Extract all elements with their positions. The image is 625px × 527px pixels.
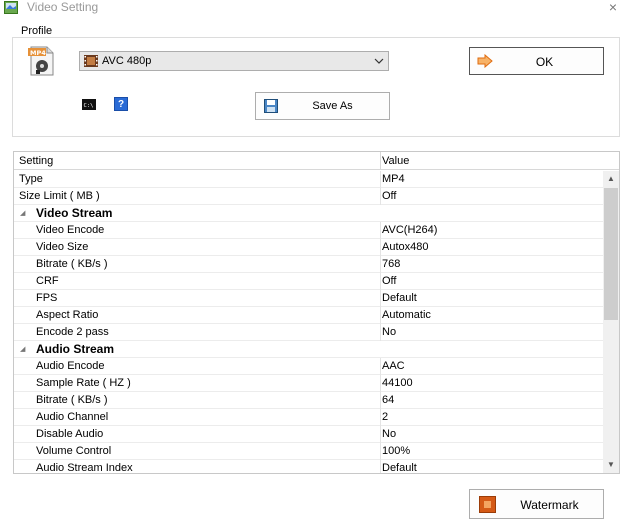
- setting-name: Audio Encode: [36, 360, 105, 372]
- grid-category-row[interactable]: ◢ Audio Stream: [14, 341, 603, 358]
- setting-value[interactable]: Default: [382, 292, 417, 304]
- setting-value[interactable]: Off: [382, 190, 396, 202]
- setting-name: Type: [19, 173, 43, 185]
- grid-header: Setting Value: [14, 152, 619, 170]
- grid-property-row[interactable]: CRF Off: [14, 273, 603, 290]
- cell-divider: [380, 273, 381, 290]
- setting-value[interactable]: MP4: [382, 173, 405, 185]
- grid-property-row[interactable]: Bitrate ( KB/s ) 768: [14, 256, 603, 273]
- watermark-button[interactable]: Watermark: [469, 489, 604, 519]
- setting-name: Video Encode: [36, 224, 105, 236]
- svg-text:C:\: C:\: [84, 103, 94, 109]
- cell-divider: [380, 171, 381, 188]
- profile-select[interactable]: AVC 480p: [79, 51, 389, 71]
- cell-divider: [380, 443, 381, 460]
- setting-name: Bitrate ( KB/s ): [36, 258, 108, 270]
- setting-name: Size Limit ( MB ): [19, 190, 100, 202]
- setting-name: Sample Rate ( HZ ): [36, 377, 131, 389]
- setting-name: Audio Stream: [36, 342, 115, 356]
- grid-property-row[interactable]: Volume Control 100%: [14, 443, 603, 460]
- grid-property-row[interactable]: Aspect Ratio Automatic: [14, 307, 603, 324]
- cell-divider: [380, 290, 381, 307]
- setting-name: Audio Stream Index: [36, 462, 133, 474]
- setting-name: Volume Control: [36, 445, 112, 457]
- collapse-triangle-icon[interactable]: ◢: [20, 345, 25, 353]
- setting-value[interactable]: 768: [382, 258, 400, 270]
- cell-divider: [380, 409, 381, 426]
- chevron-down-icon: [374, 58, 384, 64]
- cell-divider: [380, 392, 381, 409]
- setting-name: Aspect Ratio: [36, 309, 99, 321]
- setting-value[interactable]: Off: [382, 275, 396, 287]
- cell-divider: [380, 222, 381, 239]
- scroll-down-icon[interactable]: ▼: [603, 458, 619, 472]
- window-title: Video Setting: [27, 0, 99, 14]
- grid-property-row[interactable]: Disable Audio No: [14, 426, 603, 443]
- grid-property-row[interactable]: Encode 2 pass No: [14, 324, 603, 341]
- setting-value[interactable]: 64: [382, 394, 394, 406]
- grid-property-row[interactable]: Audio Channel 2: [14, 409, 603, 426]
- title-bar: Video Setting ×: [0, 0, 625, 16]
- command-line-icon[interactable]: C:\: [82, 99, 96, 110]
- vertical-scrollbar[interactable]: ▲ ▼: [603, 171, 619, 473]
- mp4-file-icon: MP4: [28, 46, 54, 76]
- scroll-thumb[interactable]: [604, 188, 618, 320]
- save-as-label: Save As: [312, 100, 353, 112]
- cell-divider: [380, 426, 381, 443]
- grid-property-row[interactable]: Sample Rate ( HZ ) 44100: [14, 375, 603, 392]
- grid-category-row[interactable]: ◢ Video Stream: [14, 205, 603, 222]
- help-icon[interactable]: ?: [114, 97, 128, 111]
- setting-value[interactable]: No: [382, 428, 396, 440]
- column-divider[interactable]: [380, 152, 381, 170]
- ok-button-label: OK: [535, 55, 554, 69]
- grid-property-row[interactable]: Size Limit ( MB ) Off: [14, 188, 603, 205]
- svg-text:MP4: MP4: [30, 49, 46, 57]
- cell-divider: [380, 324, 381, 341]
- setting-name: CRF: [36, 275, 59, 287]
- app-icon: [4, 1, 18, 14]
- setting-value[interactable]: AVC(H264): [382, 224, 437, 236]
- grid-property-row[interactable]: Video Size Autox480: [14, 239, 603, 256]
- setting-value[interactable]: 44100: [382, 377, 413, 389]
- cell-divider: [380, 307, 381, 324]
- cell-divider: [380, 375, 381, 392]
- grid-property-row[interactable]: Audio Stream Index Default: [14, 460, 603, 474]
- column-header-value[interactable]: Value: [382, 155, 409, 167]
- settings-grid: Setting Value Type MP4 Size Limit ( MB ) Of…: [13, 151, 620, 474]
- grid-property-row[interactable]: Type MP4: [14, 171, 603, 188]
- setting-value[interactable]: Autox480: [382, 241, 428, 253]
- cell-divider: [380, 256, 381, 273]
- setting-name: Audio Channel: [36, 411, 109, 423]
- setting-value[interactable]: Default: [382, 462, 417, 473]
- grid-property-row[interactable]: FPS Default: [14, 290, 603, 307]
- setting-value[interactable]: AAC: [382, 360, 405, 372]
- save-as-button[interactable]: Save As: [255, 92, 390, 120]
- column-header-setting[interactable]: Setting: [19, 155, 53, 167]
- setting-value[interactable]: No: [382, 326, 396, 338]
- grid-property-row[interactable]: Bitrate ( KB/s ) 64: [14, 392, 603, 409]
- film-icon: [84, 55, 98, 67]
- grid-property-row[interactable]: Audio Encode AAC: [14, 358, 603, 375]
- cell-divider: [380, 239, 381, 256]
- scroll-up-icon[interactable]: ▲: [603, 172, 619, 186]
- watermark-label: Watermark: [520, 498, 579, 512]
- cell-divider: [380, 358, 381, 375]
- cell-divider: [380, 460, 381, 473]
- setting-value[interactable]: 100%: [382, 445, 410, 457]
- setting-value[interactable]: 2: [382, 411, 388, 423]
- setting-value[interactable]: Automatic: [382, 309, 431, 321]
- setting-name: Video Size: [36, 241, 89, 253]
- close-icon[interactable]: ×: [606, 0, 620, 15]
- cell-divider: [380, 188, 381, 205]
- grid-property-row[interactable]: Video Encode AVC(H264): [14, 222, 603, 239]
- setting-name: Encode 2 pass: [36, 326, 109, 338]
- profile-select-value: AVC 480p: [102, 55, 152, 67]
- setting-name: Video Stream: [36, 206, 113, 220]
- profile-group-label: Profile: [19, 25, 55, 37]
- setting-name: FPS: [36, 292, 58, 304]
- collapse-triangle-icon[interactable]: ◢: [20, 209, 25, 217]
- setting-name: Disable Audio: [36, 428, 104, 440]
- ok-button[interactable]: OK: [469, 47, 604, 75]
- setting-name: Bitrate ( KB/s ): [36, 394, 108, 406]
